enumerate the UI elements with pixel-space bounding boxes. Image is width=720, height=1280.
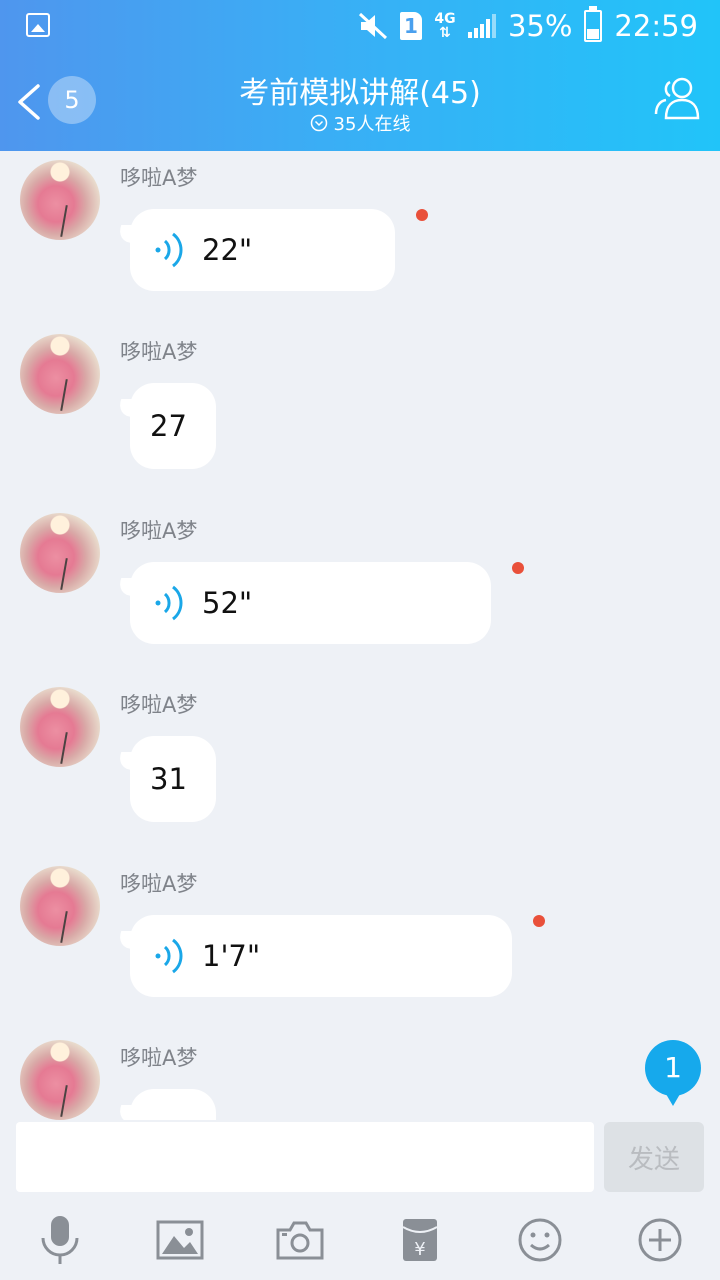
image-icon[interactable] [152, 1212, 208, 1268]
chevron-circle-icon [310, 114, 327, 132]
message-text: 27 [150, 409, 187, 443]
toolbar: ¥ [0, 1212, 720, 1272]
battery-icon [584, 6, 603, 42]
voice-wave-icon [155, 938, 183, 974]
page-title[interactable]: 考前模拟讲解(45) [0, 68, 720, 112]
voice-message-bubble[interactable]: 1'7" [130, 915, 512, 997]
avatar[interactable] [20, 1040, 100, 1120]
voice-message-bubble[interactable]: 22" [130, 209, 395, 291]
plus-icon[interactable] [632, 1212, 688, 1268]
online-status[interactable]: 35人在线 [0, 110, 720, 136]
sender-name: 哆啦A梦 [120, 519, 198, 543]
clock: 22:59 [614, 9, 698, 43]
online-count: 35人在线 [333, 114, 411, 135]
voice-message-bubble[interactable]: 52" [130, 562, 491, 644]
voice-wave-icon [155, 585, 183, 621]
red-packet-icon[interactable]: ¥ [392, 1212, 448, 1268]
new-message-badge[interactable]: 1 [645, 1040, 701, 1106]
network-label: 4G ⇅ [434, 11, 456, 41]
text-message-bubble[interactable] [130, 1089, 216, 1120]
chat-header: 1 4G ⇅ 35% 22:59 5 考前模拟讲解(45) 35人在线 [0, 0, 720, 151]
mute-icon [358, 12, 387, 40]
sender-name: 哆啦A梦 [120, 166, 198, 190]
svg-text:¥: ¥ [414, 1239, 425, 1260]
unread-dot [512, 562, 524, 574]
signal-icon [467, 14, 496, 38]
input-bar: 发送 ¥ [0, 1120, 720, 1280]
send-button[interactable]: 发送 [604, 1122, 704, 1192]
microphone-icon[interactable] [32, 1212, 88, 1268]
avatar[interactable] [20, 866, 100, 946]
emoji-icon[interactable] [512, 1212, 568, 1268]
sender-name: 哆啦A梦 [120, 1046, 198, 1070]
message-input[interactable] [16, 1122, 594, 1192]
camera-icon[interactable] [272, 1212, 328, 1268]
text-message-bubble[interactable]: 31 [130, 736, 216, 822]
battery-percent: 35% [507, 9, 573, 43]
voice-duration: 1'7" [202, 939, 261, 973]
message-text: 31 [150, 762, 187, 796]
avatar[interactable] [20, 687, 100, 767]
sim-icon: 1 [399, 12, 422, 40]
message-list[interactable]: 哆啦A梦 22" 哆啦A梦 27 哆啦A梦 52" 哆啦A梦 31 哆啦A梦 1… [0, 151, 720, 1120]
avatar[interactable] [20, 334, 100, 414]
sender-name: 哆啦A梦 [120, 693, 198, 717]
gallery-icon [26, 13, 50, 37]
avatar[interactable] [20, 160, 100, 240]
voice-duration: 22" [202, 233, 253, 267]
members-icon[interactable] [652, 74, 704, 122]
sender-name: 哆啦A梦 [120, 872, 198, 896]
avatar[interactable] [20, 513, 100, 593]
sender-name: 哆啦A梦 [120, 340, 198, 364]
status-bar: 1 4G ⇅ 35% 22:59 [0, 0, 720, 52]
unread-dot [533, 915, 545, 927]
unread-dot [416, 209, 428, 221]
voice-duration: 52" [202, 586, 253, 620]
text-message-bubble[interactable]: 27 [130, 383, 216, 469]
voice-wave-icon [155, 232, 183, 268]
